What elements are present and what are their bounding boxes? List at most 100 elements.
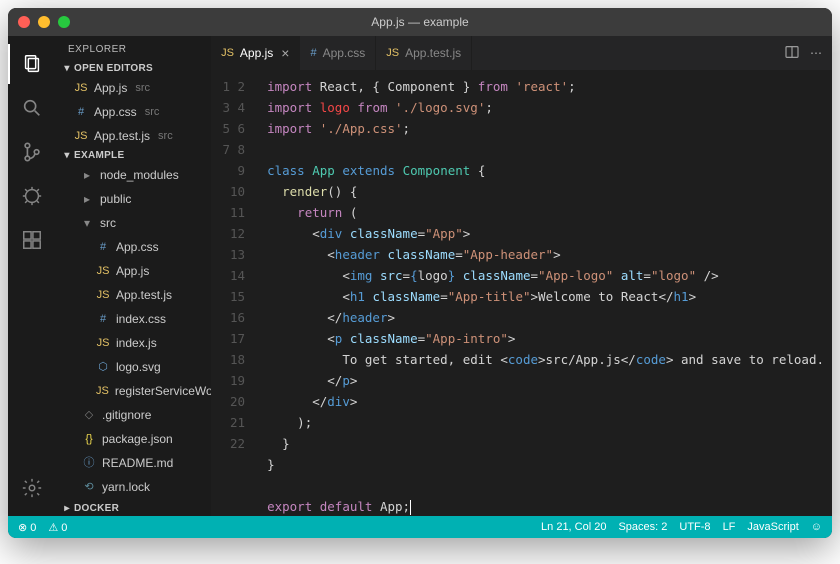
file-name: App.js [94,78,127,98]
traffic-lights [18,16,70,28]
file-item[interactable]: # index.css [56,307,211,331]
open-editors-label: OPEN EDITORS [74,63,153,74]
file-name: README.md [102,453,173,473]
activity-bar [8,36,56,516]
folder-name: src [100,213,116,233]
file-name: App.css [94,102,137,122]
folder-item[interactable]: ▾ src [56,211,211,235]
file-icon: # [96,309,110,329]
file-icon: JS [74,126,88,146]
file-item[interactable]: JS registerServiceWorker.js [56,379,211,403]
file-name: yarn.lock [102,477,150,497]
main-layout: EXPLORER ▾ OPEN EDITORS JS App.js src # App.… [8,36,832,516]
folder-name: node_modules [100,165,179,185]
split-editor-icon[interactable] [784,44,800,63]
file-path: src [135,78,150,98]
extensions-activity-icon[interactable] [8,220,56,260]
open-editor-item[interactable]: JS App.js src [56,76,211,100]
file-icon: {} [82,429,96,449]
chevron-down-icon: ▾ [82,213,92,233]
code-content[interactable]: import React, { Component } from 'react'… [259,70,832,516]
line-number-gutter: 1 2 3 4 5 6 7 8 9 10 11 12 13 14 15 16 1… [211,70,259,516]
file-icon: JS [96,381,109,401]
status-warnings[interactable]: ⚠ 0 [48,521,67,534]
file-name: App.test.js [94,126,150,146]
file-item[interactable]: JSApp.test.js [56,283,211,307]
more-actions-icon[interactable]: ⋯ [810,46,822,60]
feedback-icon[interactable]: ☺ [811,521,822,533]
file-name: index.js [116,333,157,353]
tab-label: App.test.js [405,46,461,60]
file-icon: JS [386,47,399,59]
folder-item[interactable]: ▸ node_modules [56,163,211,187]
file-icon: ⟲ [82,477,96,497]
status-language[interactable]: JavaScript [747,521,798,533]
code-area[interactable]: 1 2 3 4 5 6 7 8 9 10 11 12 13 14 15 16 1… [211,70,832,516]
status-encoding[interactable]: UTF-8 [679,521,710,533]
titlebar: App.js — example [8,8,832,36]
file-item[interactable]: ⬡ logo.svg [56,355,211,379]
file-icon: ◇ [82,405,96,425]
workspace-header[interactable]: ▾ EXAMPLE [56,148,211,163]
editor-tab[interactable]: JS App.test.js [376,36,472,70]
chevron-right-icon: ▸ [82,165,92,185]
editor-tab[interactable]: JS App.js × [211,36,300,70]
statusbar: ⊗ 0 ⚠ 0 Ln 21, Col 20 Spaces: 2 UTF-8 LF… [8,516,832,538]
file-icon: ⓘ [82,453,96,473]
docker-header[interactable]: ▸ DOCKER [56,501,211,516]
open-editors-header[interactable]: ▾ OPEN EDITORS [56,61,211,76]
file-item[interactable]: JS index.js [56,331,211,355]
file-name: index.css [116,309,166,329]
file-icon: JS [221,47,234,59]
chevron-right-icon: ▸ [82,189,92,209]
file-name: App.js [116,261,149,281]
editor-tab[interactable]: # App.css [300,36,376,70]
file-item[interactable]: ⟲ yarn.lock [56,475,211,499]
file-icon: JS [74,78,88,98]
file-item[interactable]: ⓘ README.md [56,451,211,475]
file-item[interactable]: {} package.json [56,427,211,451]
file-icon: JS [96,261,110,281]
file-icon: # [310,47,316,59]
file-item[interactable]: ◇.gitignore [56,403,211,427]
file-path: src [158,126,173,146]
explorer-sidebar: EXPLORER ▾ OPEN EDITORS JSApp.jssrc#App.… [56,36,211,516]
file-name: logo.svg [116,357,161,377]
file-item[interactable]: #App.css [56,235,211,259]
minimize-window-button[interactable] [38,16,50,28]
status-spaces[interactable]: Spaces: 2 [618,521,667,533]
settings-activity-icon[interactable] [8,468,56,508]
open-editor-item[interactable]: #App.csssrc [56,100,211,124]
file-icon: JS [96,333,110,353]
open-editor-item[interactable]: JS App.test.js src [56,124,211,148]
status-errors[interactable]: ⊗ 0 [18,521,36,534]
explorer-title: EXPLORER [56,36,211,61]
close-window-button[interactable] [18,16,30,28]
file-path: src [145,102,160,122]
editor-group: JS App.js × # App.css JS App.test.js ⋯ 1 2 3 4… [211,36,832,516]
file-name: registerServiceWorker.js [115,381,211,401]
editor-window: App.js — example EXPLORER [8,8,832,538]
file-name: App.test.js [116,285,172,305]
status-eol[interactable]: LF [723,521,736,533]
close-tab-icon[interactable]: × [281,45,289,61]
window-title: App.js — example [371,15,468,29]
file-icon: ⬡ [96,357,110,377]
explorer-activity-icon[interactable] [8,44,56,84]
file-item[interactable]: JS App.js [56,259,211,283]
chevron-right-icon: ▸ [60,503,74,514]
tab-label: App.css [323,46,366,60]
file-name: package.json [102,429,173,449]
status-cursor[interactable]: Ln 21, Col 20 [541,521,606,533]
search-activity-icon[interactable] [8,88,56,128]
folder-name: public [100,189,131,209]
file-icon: # [96,237,110,257]
workspace-label: EXAMPLE [74,150,124,161]
tab-label: App.js [240,46,273,60]
folder-item[interactable]: ▸ public [56,187,211,211]
editor-actions: ⋯ [774,36,832,70]
debug-activity-icon[interactable] [8,176,56,216]
scm-activity-icon[interactable] [8,132,56,172]
chevron-down-icon: ▾ [60,150,74,161]
maximize-window-button[interactable] [58,16,70,28]
